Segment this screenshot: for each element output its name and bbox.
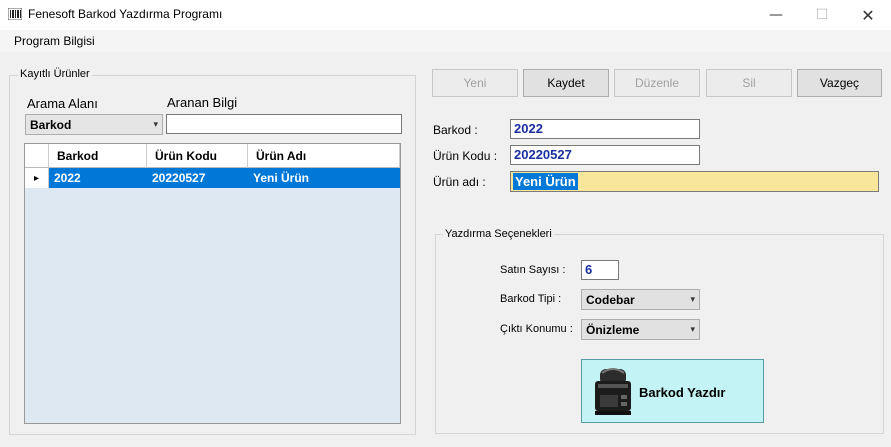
chevron-down-icon: ▾ (690, 324, 695, 335)
output-location-selected: Önizleme (586, 322, 640, 337)
barcode-type-label: Barkod Tipi : (500, 293, 562, 305)
search-input[interactable] (166, 114, 402, 134)
maximize-button[interactable]: ☐ (799, 0, 845, 30)
print-barcode-button[interactable]: Barkod Yazdır (581, 359, 764, 423)
grid-corner (25, 144, 49, 168)
printer-icon (595, 368, 631, 415)
print-options-legend: Yazdırma Seçenekleri (443, 228, 554, 240)
chevron-down-icon: ▾ (153, 119, 158, 130)
urun-kodu-field[interactable]: 20220527 (510, 145, 700, 165)
close-button[interactable]: ✕ (845, 0, 891, 30)
search-field-label: Arama Alanı (27, 96, 98, 111)
output-location-label: Çıktı Konumu : (500, 323, 573, 335)
minimize-button[interactable]: — (753, 0, 799, 30)
menu-item-program-info[interactable]: Program Bilgisi (14, 34, 95, 48)
row-pointer-icon: ▸ (25, 168, 49, 188)
close-icon: ✕ (861, 5, 875, 25)
barcode-app-icon (8, 8, 22, 20)
minimize-icon: — (769, 7, 783, 23)
save-button[interactable]: Kaydet (523, 69, 609, 97)
copies-field[interactable]: 6 (581, 260, 619, 280)
chevron-down-icon: ▾ (690, 294, 695, 305)
maximize-icon: ☐ (815, 7, 829, 23)
urun-kodu-label: Ürün Kodu : (433, 149, 498, 163)
print-barcode-label: Barkod Yazdır (639, 385, 726, 400)
search-field-select[interactable]: Barkod ▾ (25, 114, 163, 135)
barcode-type-selected: Codebar (586, 292, 635, 307)
window-title: Fenesoft Barkod Yazdırma Programı (28, 7, 223, 21)
urun-adi-field[interactable]: Yeni Ürün (510, 171, 879, 192)
cell-urun-kodu[interactable]: 20220527 (147, 168, 248, 188)
saved-products-legend: Kayıtlı Ürünler (18, 68, 92, 80)
delete-button[interactable]: Sil (706, 69, 792, 97)
urun-adi-label: Ürün adı : (433, 175, 486, 189)
search-field-selected: Barkod (30, 117, 72, 132)
search-value-label: Aranan Bilgi (167, 95, 238, 110)
urun-adi-selected-text: Yeni Ürün (513, 173, 578, 190)
products-grid[interactable]: Barkod Ürün Kodu Ürün Adı ▸ 2022 2022052… (24, 143, 401, 424)
new-button[interactable]: Yeni (432, 69, 518, 97)
column-header-barkod[interactable]: Barkod (49, 144, 147, 168)
barkod-field[interactable]: 2022 (510, 119, 700, 139)
copies-label: Satın Sayısı : (500, 264, 566, 276)
menu-bar (0, 30, 891, 52)
edit-button[interactable]: Düzenle (614, 69, 700, 97)
barcode-type-select[interactable]: Codebar ▾ (581, 289, 700, 310)
cell-urun-adi[interactable]: Yeni Ürün (248, 168, 400, 188)
output-location-select[interactable]: Önizleme ▾ (581, 319, 700, 340)
column-header-urun-adi[interactable]: Ürün Adı (248, 144, 400, 168)
column-header-urun-kodu[interactable]: Ürün Kodu (147, 144, 248, 168)
cancel-button[interactable]: Vazgeç (797, 69, 882, 97)
barkod-label: Barkod : (433, 123, 478, 137)
cell-barkod[interactable]: 2022 (49, 168, 147, 188)
